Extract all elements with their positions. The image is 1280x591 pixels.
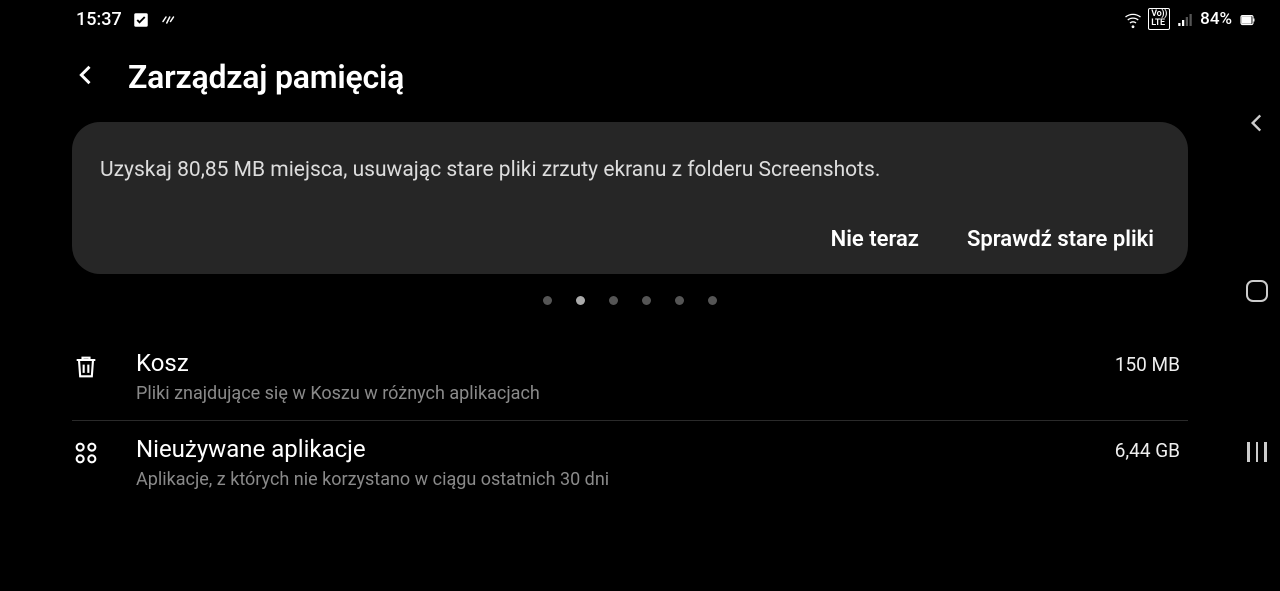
wifi-icon — [1124, 9, 1142, 29]
list-item-title: Nieużywane aplikacje — [136, 435, 1091, 463]
pager-dot — [708, 296, 717, 305]
trash-icon — [72, 349, 136, 381]
checkbox-icon — [132, 9, 150, 30]
volte-badge: Vo))LTE — [1148, 8, 1170, 30]
nav-recents-button[interactable] — [1247, 442, 1267, 462]
list-item-value: 150 MB — [1091, 349, 1180, 376]
signal-icon — [1176, 9, 1194, 29]
clock: 15:37 — [76, 9, 122, 30]
suggestion-message: Uzyskaj 80,85 MB miejsca, usuwając stare… — [100, 156, 1160, 185]
pager-dot-active — [576, 296, 585, 305]
main-content: Zarządzaj pamięcią Uzyskaj 80,85 MB miej… — [0, 34, 1200, 506]
pager-dots[interactable] — [60, 274, 1200, 335]
chevron-left-icon — [72, 61, 100, 89]
page-header: Zarządzaj pamięcią — [60, 34, 1200, 122]
page-title: Zarządzaj pamięcią — [128, 58, 404, 96]
system-nav-bar — [1244, 110, 1270, 462]
apps-icon — [72, 435, 136, 467]
nav-back-button[interactable] — [1244, 110, 1270, 140]
suggestion-card: Uzyskaj 80,85 MB miejsca, usuwając stare… — [72, 122, 1188, 274]
pager-dot — [642, 296, 651, 305]
statusbar-right: Vo))LTE 84% — [1124, 8, 1256, 30]
pager-dot — [543, 296, 552, 305]
card-actions: Nie teraz Sprawdź stare pliki — [100, 227, 1160, 252]
not-now-button[interactable]: Nie teraz — [831, 227, 919, 252]
list-item-value: 6,44 GB — [1091, 435, 1180, 462]
weather-icon — [160, 9, 178, 30]
list-item-title: Kosz — [136, 349, 1091, 377]
check-old-files-button[interactable]: Sprawdź stare pliki — [967, 227, 1154, 252]
battery-percent: 84% — [1200, 9, 1232, 29]
list-item-subtitle: Pliki znajdujące się w Koszu w różnych a… — [136, 383, 1091, 404]
list-item-subtitle: Aplikacje, z których nie korzystano w ci… — [136, 469, 1091, 490]
pager-dot — [675, 296, 684, 305]
status-bar: 15:37 Vo))LTE 84% — [0, 0, 1280, 34]
list-item-unused-apps[interactable]: Nieużywane aplikacje Aplikacje, z któryc… — [72, 421, 1188, 506]
nav-home-button[interactable] — [1246, 280, 1268, 302]
battery-icon — [1238, 9, 1256, 29]
back-button[interactable] — [72, 61, 100, 93]
statusbar-left: 15:37 — [76, 9, 178, 30]
storage-list: Kosz Pliki znajdujące się w Koszu w różn… — [60, 335, 1200, 506]
chevron-left-icon — [1244, 110, 1270, 136]
list-item-trash[interactable]: Kosz Pliki znajdujące się w Koszu w różn… — [72, 335, 1188, 421]
pager-dot — [609, 296, 618, 305]
